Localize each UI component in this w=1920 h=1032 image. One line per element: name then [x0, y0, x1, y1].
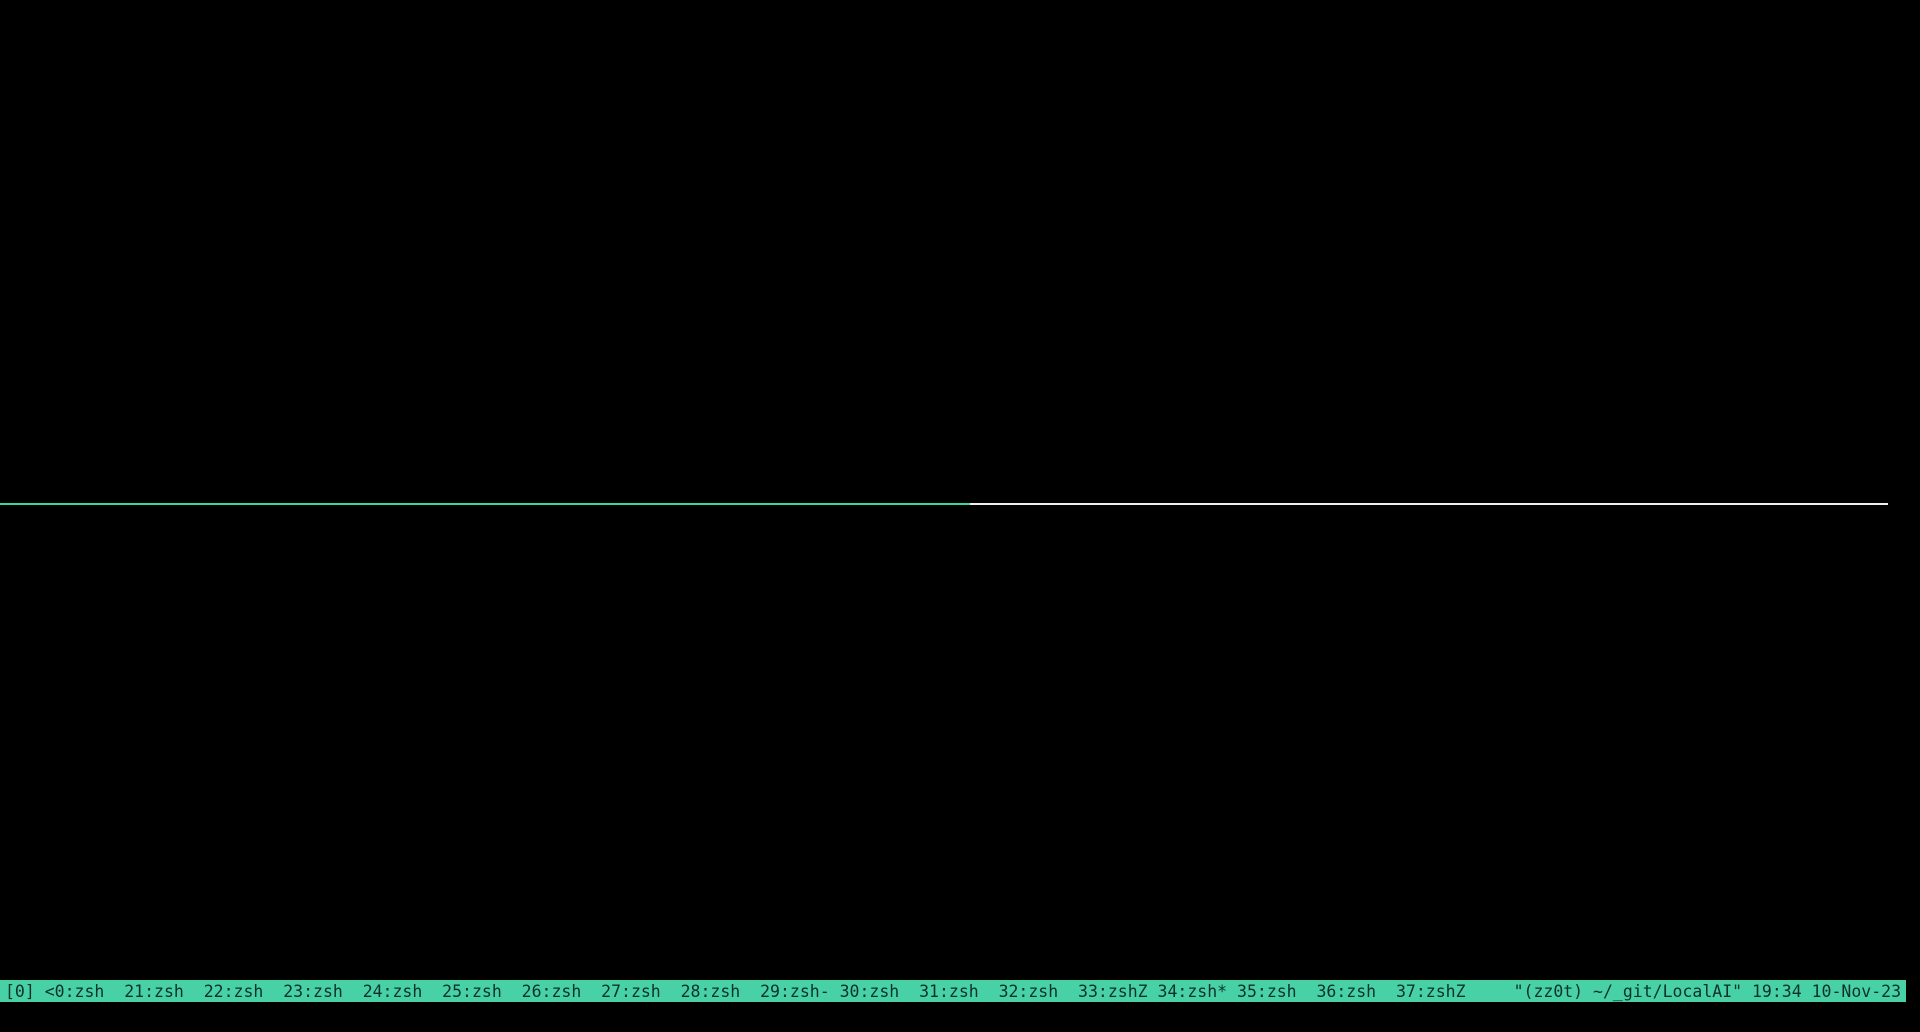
log-line-chunk-wrap: }],"usage":{"prompt_tokens":0,"completio… [30, 684, 1920, 705]
tmux-window-item[interactable]: 31:zsh [919, 982, 998, 1001]
tmux-window-item[interactable]: 25:zsh [442, 982, 521, 1001]
blank-line [30, 705, 1920, 726]
terminal-pane-log[interactable]: 7:32PM DBG Sending chunk: {"created":169… [30, 537, 1920, 978]
tmux-window-item[interactable]: 27:zsh [601, 982, 680, 1001]
tmux-window-item[interactable]: 35:zsh [1237, 982, 1316, 1001]
log-line-grpc: 7:32PM DBG GRPC(ggml-model-q4_k.gguf-127… [30, 831, 1920, 852]
terminal-pane-top[interactable]: mudler@zz0t ~/_git/LocalAI llava_updates… [30, 42, 1890, 168]
tmux-window-item[interactable]: 26:zsh [522, 982, 601, 1001]
log-line-grpc: 7:32PM DBG GRPC(ggml-model-q4_k.gguf-127… [30, 810, 1920, 831]
blank-line [30, 642, 1920, 663]
interrupt-line: ^C [30, 915, 1920, 936]
log-line-chunk-wrap: }],"usage":{"prompt_tokens":0,"completio… [30, 621, 1920, 642]
tmux-window-item[interactable]: 33:zshZ [1078, 982, 1157, 1001]
prompt-line: mudler@zz0t ~/_git/LocalAI llava_updates… [30, 42, 1890, 63]
log-line-chunk-wrap: }],"usage":{"prompt_tokens":0,"completio… [30, 747, 1920, 768]
tmux-window-item[interactable]: 30:zsh [840, 982, 919, 1001]
tmux-window-item[interactable]: 36:zsh [1317, 982, 1396, 1001]
log-line-chunk: 7:32PM DBG Sending chunk: {"created":169… [30, 663, 1920, 684]
log-line-chunk: 7:32PM DBG Sending chunk: {"created":169… [30, 726, 1920, 747]
command-line-local-ai: base ❯ ./local-ai --debug --threads 14 -… [30, 957, 1920, 978]
tmux-window-item[interactable]: 23:zsh [283, 982, 362, 1001]
pane-divider-active-segment [0, 503, 970, 505]
pane-divider-inactive-segment [970, 503, 1888, 505]
tmux-status-bar: [0] <0:zsh 21:zsh 22:zsh 23:zsh 24:zsh 2… [0, 980, 1906, 1002]
log-line-grpc: 7:32PM DBG GRPC(ggml-model-q4_k.gguf-127… [30, 873, 1920, 894]
log-line-chunk: 7:32PM DBG Sending chunk: {"created":169… [30, 537, 1920, 558]
log-line-grpc: 7:32PM DBG GRPC(ggml-model-q4_k.gguf-127… [30, 852, 1920, 873]
tmux-window-item[interactable]: 29:zsh- [760, 982, 839, 1001]
terminal-window: mudler@zz0t ~/_git/LocalAI llava_updates… [0, 0, 1920, 1032]
tmux-session-badge: [0] [5, 982, 45, 1001]
prompt-line: base ❯ [30, 63, 1890, 84]
log-line-chunk-wrap: }],"usage":{"prompt_tokens":0,"completio… [30, 558, 1920, 579]
blank-line [30, 768, 1920, 789]
tmux-window-item[interactable]: 28:zsh [681, 982, 760, 1001]
tmux-window-item[interactable]: <0:zsh [45, 982, 124, 1001]
tmux-window-item[interactable]: 34:zsh* [1158, 982, 1237, 1001]
tmux-status-right: "(zz0t) ~/_git/LocalAI" 19:34 10-Nov-23 [1514, 981, 1901, 1002]
tmux-window-item[interactable]: 32:zsh [999, 982, 1078, 1001]
command-body-model-line: "model": "llava", [30, 105, 1890, 126]
command-line-curl: curl http://localhost:8080/v1/chat/compl… [30, 84, 1890, 105]
log-line-grpc: 7:32PM DBG GRPC(ggml-model-q4_k.gguf-127… [30, 789, 1920, 810]
tmux-window-item[interactable]: 37:zshZ [1396, 982, 1466, 1001]
tmux-window-item[interactable]: 21:zsh [124, 982, 203, 1001]
log-line-chunk: 7:32PM DBG Sending chunk: {"created":169… [30, 600, 1920, 621]
log-line-grpc: 7:32PM DBG GRPC(ggml-model-q4_k.gguf-127… [30, 894, 1920, 915]
pane-divider[interactable] [0, 503, 1888, 505]
command-body-messages-wrap-line: s/thumb/d/dd/Gfp-wisconsin-madison-the-n… [30, 147, 1890, 168]
prompt-line: ~/_git/LocalAI llava_updates* 2m 39s [30, 936, 1920, 957]
tmux-window-list: [0] <0:zsh 21:zsh 22:zsh 23:zsh 24:zsh 2… [5, 981, 1466, 1002]
command-body-messages-line: "messages": [{"role": "user", "content":… [30, 126, 1890, 147]
blank-line [30, 579, 1920, 600]
tmux-window-item[interactable]: 24:zsh [363, 982, 442, 1001]
tmux-window-item[interactable]: 22:zsh [204, 982, 283, 1001]
